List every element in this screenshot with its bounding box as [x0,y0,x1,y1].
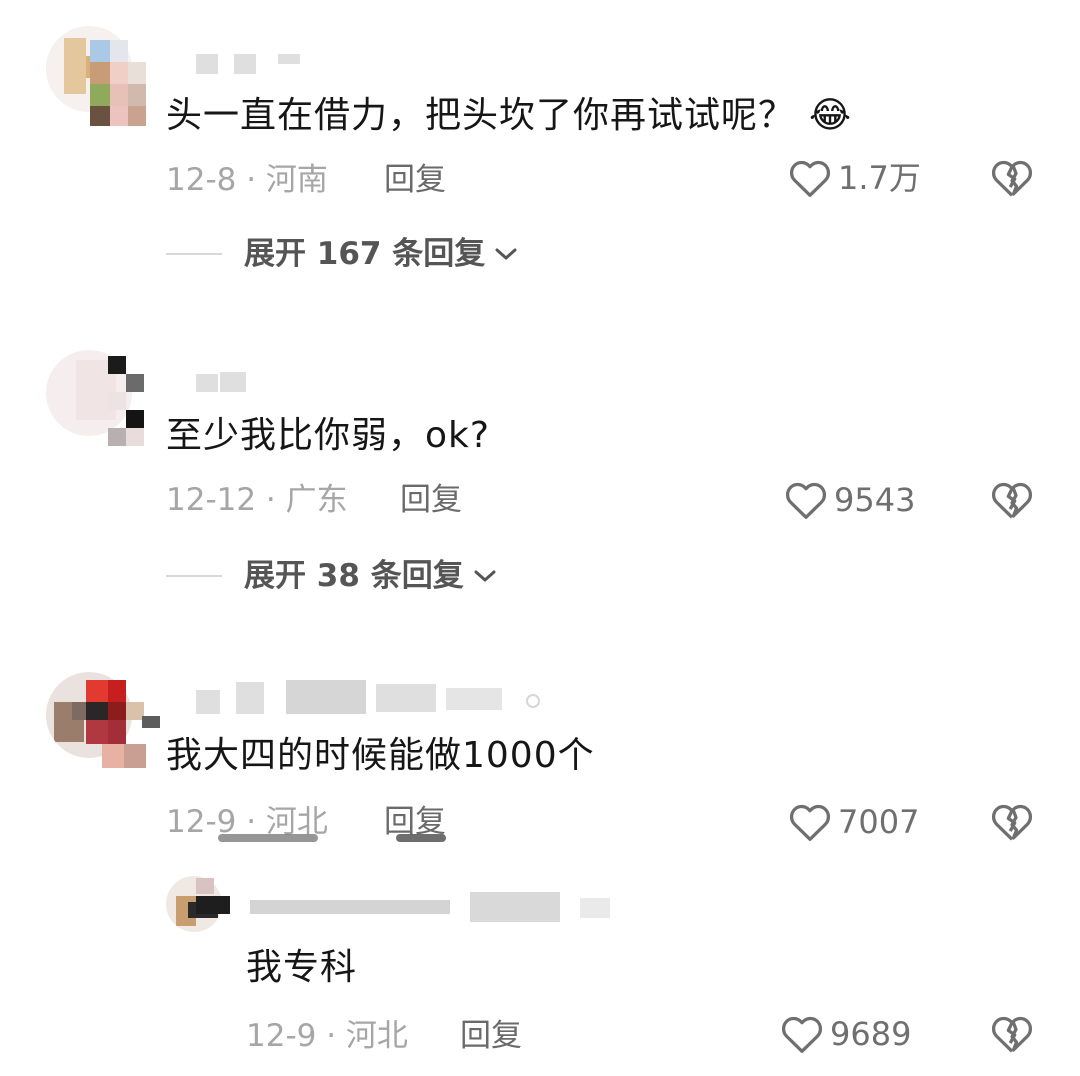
username-blurred[interactable] [196,372,256,392]
comment-text-content: 头一直在借力，把头坎了你再试试呢？ [166,95,796,136]
avatar-pixel-block [90,40,146,126]
expand-replies-button[interactable]: 展开 38 条回复 [166,556,498,596]
reply-text: 我专科 [246,947,358,988]
dislike-button[interactable] [990,480,1034,524]
divider-line [166,575,222,577]
divider-line [166,253,222,255]
comment-text: 我大四的时候能做1000个 [166,735,595,776]
username-blurred[interactable] [196,54,306,74]
dislike-button[interactable] [990,1014,1034,1058]
like-count: 9543 [834,481,916,519]
dislike-button[interactable] [990,802,1034,846]
like-button[interactable]: 7007 [788,802,919,842]
broken-heart-icon [991,804,1033,841]
reply-button[interactable]: 回复 [400,480,462,520]
like-button[interactable]: 9543 [784,480,915,520]
reply-button[interactable]: 回复 [384,160,446,200]
dislike-button[interactable] [990,158,1034,202]
broken-heart-icon [991,482,1033,519]
like-count: 7007 [838,803,920,841]
comment-date-location: 12-8 · 河南 [166,162,328,198]
like-count: 9689 [830,1015,912,1053]
like-button[interactable]: 9689 [780,1014,911,1054]
scribble-mark [218,834,318,842]
heart-outline-icon [781,1016,823,1053]
laughing-emoji-icon: 😂 [809,95,853,136]
expand-replies-button[interactable]: 展开 167 条回复 [166,234,519,274]
scribble-mark [396,834,446,842]
avatar-pixel-block [72,680,164,770]
heart-outline-icon [789,804,831,841]
expand-replies-label: 展开 167 条回复 [244,236,486,272]
username-blurred[interactable] [250,892,620,922]
comment-date-location: 12-12 · 广东 [166,482,348,518]
chevron-down-icon [495,248,517,260]
like-button[interactable]: 1.7万 [788,158,921,198]
heart-outline-icon [789,160,831,197]
chevron-down-icon [474,570,496,582]
reply-button[interactable]: 回复 [460,1016,522,1056]
reply-date-location: 12-9 · 河北 [246,1018,408,1054]
username-blurred[interactable] [196,680,546,714]
expand-replies-label: 展开 38 条回复 [244,558,464,594]
broken-heart-icon [991,160,1033,197]
comment-text: 头一直在借力，把头坎了你再试试呢？ 😂 [166,94,852,138]
heart-outline-icon [785,482,827,519]
avatar-pixel-block [196,878,232,918]
broken-heart-icon [991,1016,1033,1053]
like-count: 1.7万 [838,159,921,197]
comment-text: 至少我比你弱，ok? [166,415,490,456]
avatar-pixel-block [106,356,146,448]
